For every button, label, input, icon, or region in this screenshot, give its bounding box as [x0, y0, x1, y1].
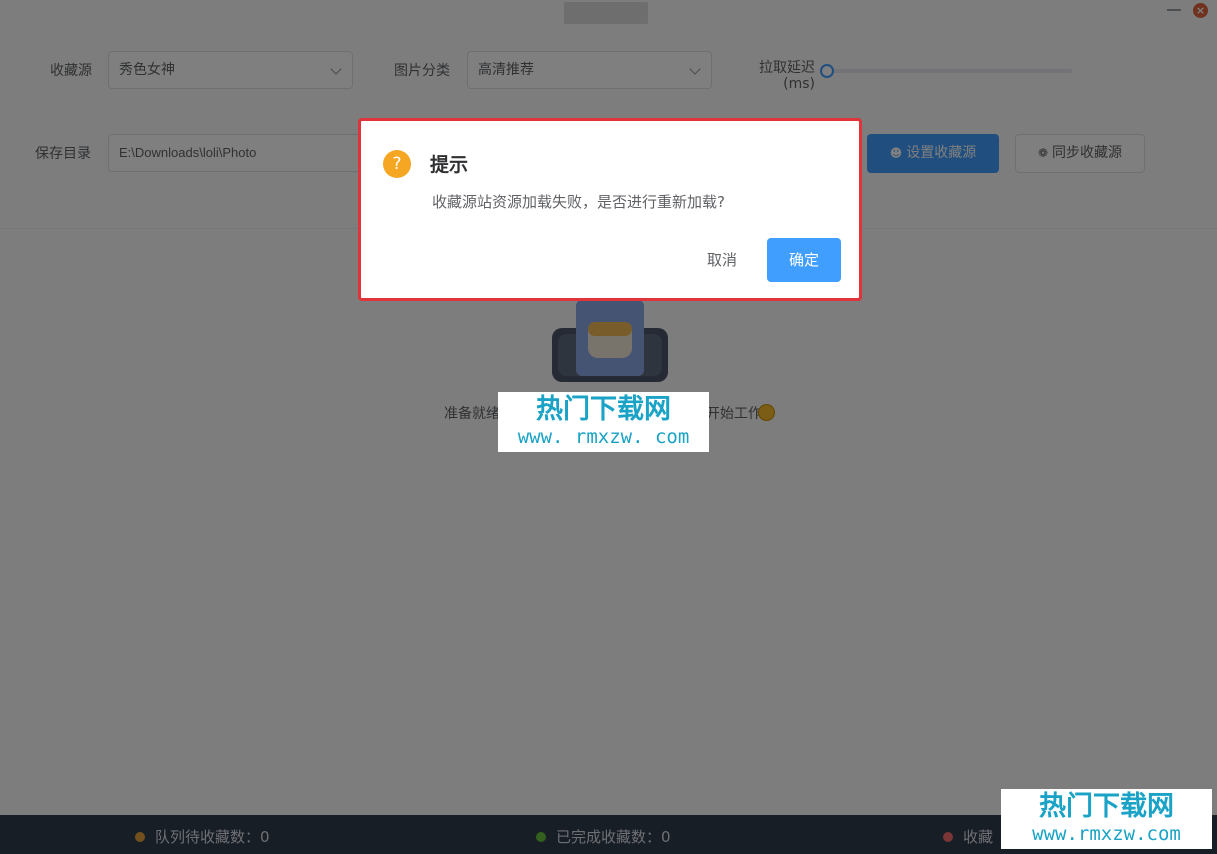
dialog-message: 收藏源站资源加载失败，是否进行重新加载? [432, 193, 725, 211]
watermark-corner: 热门下载网 www.rmxzw.com [1001, 789, 1212, 849]
question-icon: ? [383, 150, 411, 178]
ok-button[interactable]: 确定 [767, 238, 841, 282]
watermark-center: 热门下载网 www. rmxzw. com [498, 392, 709, 452]
watermark-corner-brand: 热门下载网 [1039, 791, 1174, 822]
confirm-dialog: ? 提示 收藏源站资源加载失败，是否进行重新加载? 取消 确定 [358, 118, 862, 301]
dialog-title: 提示 [430, 154, 469, 176]
cancel-button[interactable]: 取消 [687, 239, 757, 281]
watermark-url: www. rmxzw. com [517, 426, 690, 448]
watermark-brand: 热门下载网 [536, 394, 671, 425]
watermark-corner-url: www.rmxzw.com [1032, 823, 1181, 845]
